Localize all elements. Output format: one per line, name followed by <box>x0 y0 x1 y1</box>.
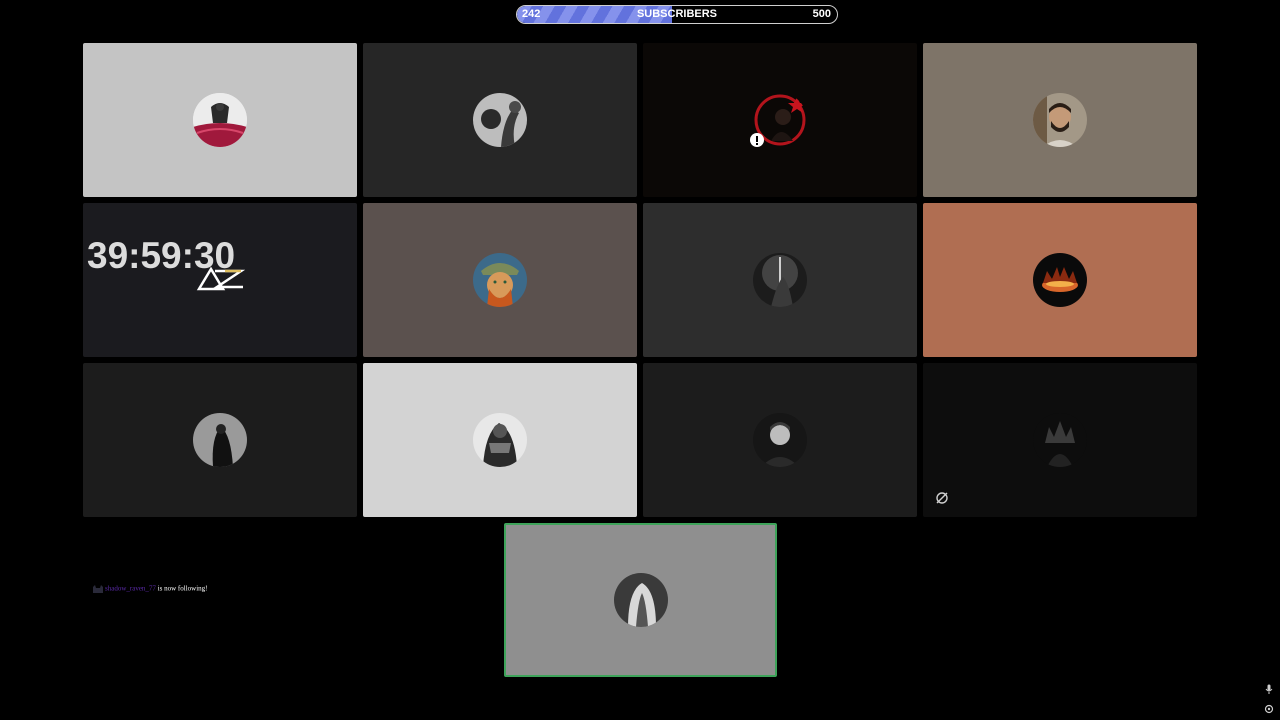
participant-tile-3[interactable] <box>643 43 917 197</box>
samurai-red-cloth-avatar <box>193 93 247 147</box>
az-logo-icon <box>196 266 245 291</box>
man-portrait-avatar <box>753 413 807 467</box>
armored-knight-avatar <box>473 413 527 467</box>
follow-message: is now following! <box>155 584 208 593</box>
participant-tile-12[interactable] <box>923 363 1197 517</box>
subscriber-goal-bar: SUBSCRIBERS 242 500 <box>516 5 838 24</box>
participant-tile-13-active[interactable] <box>504 523 777 677</box>
participant-tile-2[interactable] <box>363 43 637 197</box>
stream-overlay: SUBSCRIBERS 242 500 39:59:30 shadow_rave… <box>0 0 1280 720</box>
follow-alert: shadow_raven_77 is now following! <box>92 584 207 602</box>
white-hair-avatar <box>613 573 668 627</box>
participant-tile-11[interactable] <box>643 363 917 517</box>
grayscale-figure-avatar <box>473 93 527 147</box>
participant-tile-10[interactable] <box>363 363 637 517</box>
settings-icon[interactable] <box>1264 704 1274 714</box>
participant-tile-8[interactable] <box>923 203 1197 357</box>
participant-tile-7[interactable] <box>643 203 917 357</box>
muted-camera-icon <box>936 492 948 504</box>
cloaked-figure-avatar <box>193 413 247 467</box>
cat-icon <box>93 585 103 593</box>
participant-tile-4[interactable] <box>923 43 1197 197</box>
subscriber-goal-target: 500 <box>812 8 831 20</box>
subscriber-goal-current: 242 <box>522 8 541 20</box>
participant-tile-6[interactable] <box>363 203 637 357</box>
participant-tile-1[interactable] <box>83 43 357 197</box>
van-gogh-avatar <box>473 253 527 307</box>
dark-crown-avatar <box>1033 413 1087 467</box>
bearded-man-avatar <box>1033 93 1087 147</box>
participant-tile-9[interactable] <box>83 363 357 517</box>
warning-badge-icon <box>750 133 764 147</box>
follow-username: shadow_raven_77 <box>105 584 156 593</box>
knight-sword-avatar <box>753 253 807 307</box>
crown-fire-avatar <box>1033 253 1087 307</box>
participant-tile-5[interactable]: 39:59:30 <box>83 203 357 357</box>
subscriber-goal-label: SUBSCRIBERS <box>636 8 718 20</box>
microphone-icon[interactable] <box>1264 684 1274 694</box>
